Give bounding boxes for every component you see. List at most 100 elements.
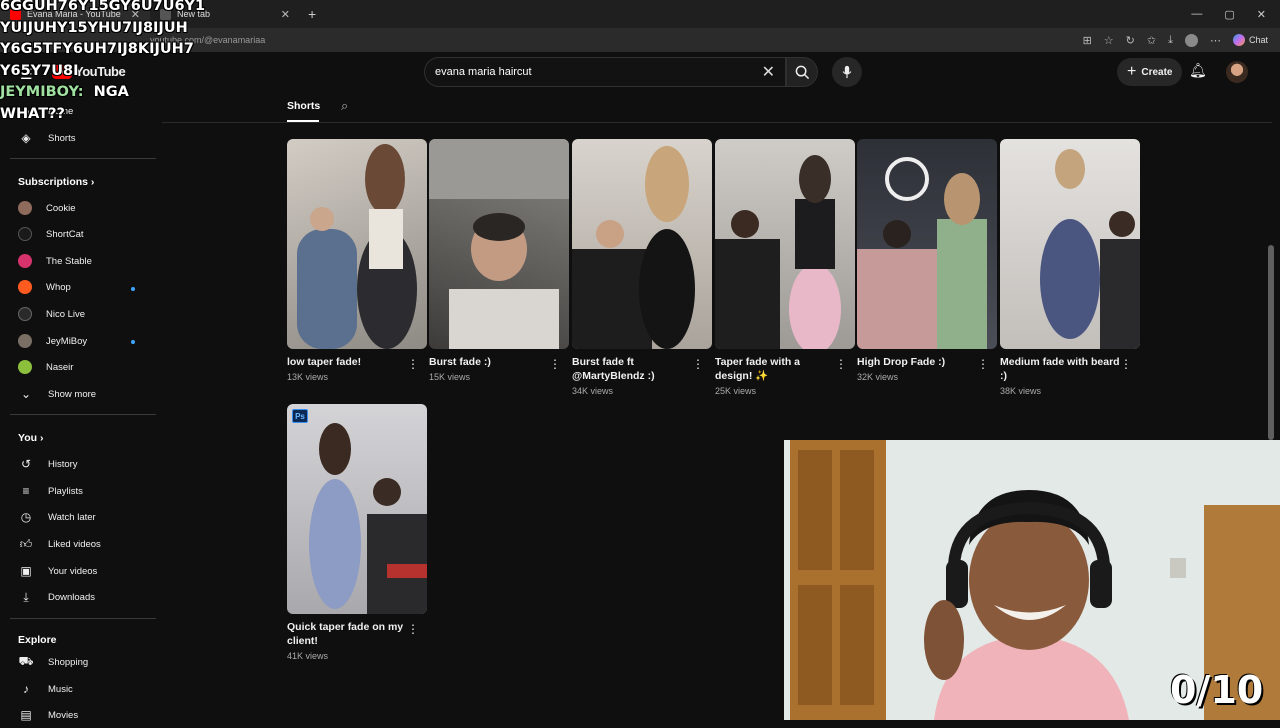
profile-icon[interactable] xyxy=(1184,33,1198,47)
sidebar-item-label: Cookie xyxy=(46,202,76,214)
favorites-icon[interactable]: ✩ xyxy=(1147,34,1156,47)
favorite-star-icon[interactable]: ☆ xyxy=(1104,34,1114,47)
thumbnail-scene xyxy=(429,139,569,349)
short-thumbnail[interactable] xyxy=(857,139,997,349)
short-thumbnail[interactable] xyxy=(287,139,427,349)
show-more-button[interactable]: ⌄ Show more xyxy=(0,381,156,407)
more-options-icon[interactable]: ⋮ xyxy=(835,357,847,371)
clear-search-icon[interactable]: ✕ xyxy=(762,62,775,82)
overlay-message: WHAT?? xyxy=(0,105,65,122)
divider xyxy=(10,158,156,159)
sidebar-item-history[interactable]: ↺ History xyxy=(0,451,156,477)
short-card[interactable]: Ps Quick taper fade on my client! 41K vi… xyxy=(287,404,427,661)
short-card[interactable]: Burst fade :) 15K views ⋮ xyxy=(429,139,569,382)
minimize-icon[interactable]: — xyxy=(1191,8,1202,21)
short-views: 41K views xyxy=(287,651,329,661)
short-card[interactable]: Medium fade with beard :) 38K views ⋮ xyxy=(1000,139,1140,396)
search-button[interactable] xyxy=(786,57,818,87)
app-icon[interactable]: ⊞ xyxy=(1083,34,1092,47)
short-title[interactable]: low taper fade! xyxy=(287,355,407,369)
channel-avatar xyxy=(18,334,32,348)
sidebar-item-subscription[interactable]: ShortCat xyxy=(0,221,156,247)
sidebar-item-watch-later[interactable]: ◷ Watch later xyxy=(0,504,156,530)
download-icon[interactable]: ⤓ xyxy=(1168,34,1173,47)
short-title[interactable]: Medium fade with beard :) xyxy=(1000,355,1120,383)
short-card[interactable]: Taper fade with a design! ✨ 25K views ⋮ xyxy=(715,139,855,396)
chat-button[interactable]: Chat xyxy=(1232,34,1268,46)
film-icon: ▤ xyxy=(20,708,32,722)
overlay-line: YUIJUHY15YHU7IJ8IJUH xyxy=(0,19,188,36)
more-options-icon[interactable]: ⋮ xyxy=(549,357,561,371)
short-title[interactable]: Taper fade with a design! ✨ xyxy=(715,355,835,383)
divider xyxy=(10,618,156,619)
overlay-line: Y65Y7U8I xyxy=(0,62,79,79)
new-tab-icon[interactable]: + xyxy=(300,6,324,22)
short-title[interactable]: High Drop Fade :) xyxy=(857,355,977,369)
subscriptions-heading[interactable]: Subscriptions › xyxy=(18,176,94,188)
overlay-message: NGA xyxy=(93,84,129,100)
short-thumbnail[interactable]: Ps xyxy=(287,404,427,614)
more-icon[interactable]: ⋯ xyxy=(1210,34,1221,47)
short-thumbnail[interactable] xyxy=(715,139,855,349)
sidebar-item-subscription[interactable]: Naseir xyxy=(0,354,156,380)
more-options-icon[interactable]: ⋮ xyxy=(692,357,704,371)
close-tab-icon[interactable]: ✕ xyxy=(281,8,290,21)
plus-icon: + xyxy=(1127,63,1137,80)
sidebar-item-subscription[interactable]: Cookie xyxy=(0,195,156,221)
sidebar-item-playlists[interactable]: ≡ Playlists xyxy=(0,478,156,504)
short-card[interactable]: low taper fade! 13K views ⋮ xyxy=(287,139,427,382)
notifications-bell-icon[interactable]: 🔔︎ xyxy=(1189,62,1207,79)
short-thumbnail[interactable] xyxy=(572,139,712,349)
score-text: 0/10 xyxy=(1170,668,1264,712)
sidebar-item-label: Whop xyxy=(46,281,71,293)
sidebar-item-liked-videos[interactable]: 👍︎ Liked videos xyxy=(0,531,156,557)
refresh-icon[interactable]: ↻ xyxy=(1126,34,1135,47)
sidebar-item-label: Shorts xyxy=(48,132,76,144)
sidebar-item-shorts[interactable]: ◈ Shorts xyxy=(0,125,156,151)
thumbs-up-icon: 👍︎ xyxy=(19,536,33,551)
channel-search-icon[interactable]: ⌕ xyxy=(341,98,348,114)
user-avatar[interactable] xyxy=(1226,61,1248,83)
maximize-icon[interactable]: ▢ xyxy=(1224,8,1234,21)
more-options-icon[interactable]: ⋮ xyxy=(1120,357,1132,371)
sidebar-item-your-videos[interactable]: ▣ Your videos xyxy=(0,558,156,584)
short-title[interactable]: Burst fade ft @MartyBlendz :) xyxy=(572,355,692,383)
channel-avatar xyxy=(18,254,32,268)
chat-label: Chat xyxy=(1248,35,1268,45)
short-thumbnail[interactable] xyxy=(429,139,569,349)
you-heading[interactable]: You › xyxy=(18,432,43,444)
short-views: 38K views xyxy=(1000,386,1042,396)
create-button[interactable]: + Create xyxy=(1117,58,1183,86)
toolbar-icons: ⊞ ☆ ↻ ✩ ⤓ ⋯ Chat xyxy=(1083,33,1280,47)
shorts-icon: ◈ xyxy=(21,131,31,145)
sidebar-item-label: Music xyxy=(48,683,73,695)
sidebar-item-shopping[interactable]: ⛟ Shopping xyxy=(0,649,156,675)
clock-icon: ◷ xyxy=(20,510,32,524)
page-scrollbar[interactable] xyxy=(1268,245,1274,440)
your-videos-icon: ▣ xyxy=(20,564,32,578)
close-window-icon[interactable]: ✕ xyxy=(1257,8,1266,21)
sidebar-item-label: Downloads xyxy=(48,591,95,603)
you-title: You xyxy=(18,432,38,444)
sidebar-item-downloads[interactable]: ⤓ Downloads xyxy=(0,584,156,610)
voice-search-button[interactable] xyxy=(832,57,862,87)
short-card[interactable]: Burst fade ft @MartyBlendz :) 34K views … xyxy=(572,139,712,396)
sidebar-item-label: The Stable xyxy=(46,255,92,267)
more-options-icon[interactable]: ⋮ xyxy=(977,357,989,371)
short-title[interactable]: Burst fade :) xyxy=(429,355,549,369)
sidebar-item-subscription[interactable]: Nico Live xyxy=(0,301,156,327)
short-views: 13K views xyxy=(287,372,329,382)
short-thumbnail[interactable] xyxy=(1000,139,1140,349)
short-views: 34K views xyxy=(572,386,614,396)
sidebar-item-music[interactable]: ♪ Music xyxy=(0,676,156,702)
short-title[interactable]: Quick taper fade on my client! xyxy=(287,620,407,648)
search-input[interactable]: evana maria haircut ✕ xyxy=(424,57,786,87)
sidebar-item-subscription[interactable]: The Stable xyxy=(0,248,156,274)
sidebar-item-movies[interactable]: ▤ Movies xyxy=(0,702,156,728)
new-content-dot xyxy=(131,340,135,344)
short-card[interactable]: High Drop Fade :) 32K views ⋮ xyxy=(857,139,997,382)
more-options-icon[interactable]: ⋮ xyxy=(407,357,419,371)
more-options-icon[interactable]: ⋮ xyxy=(407,622,419,636)
tab-shorts[interactable]: Shorts xyxy=(287,100,320,112)
copilot-icon xyxy=(1232,34,1245,46)
